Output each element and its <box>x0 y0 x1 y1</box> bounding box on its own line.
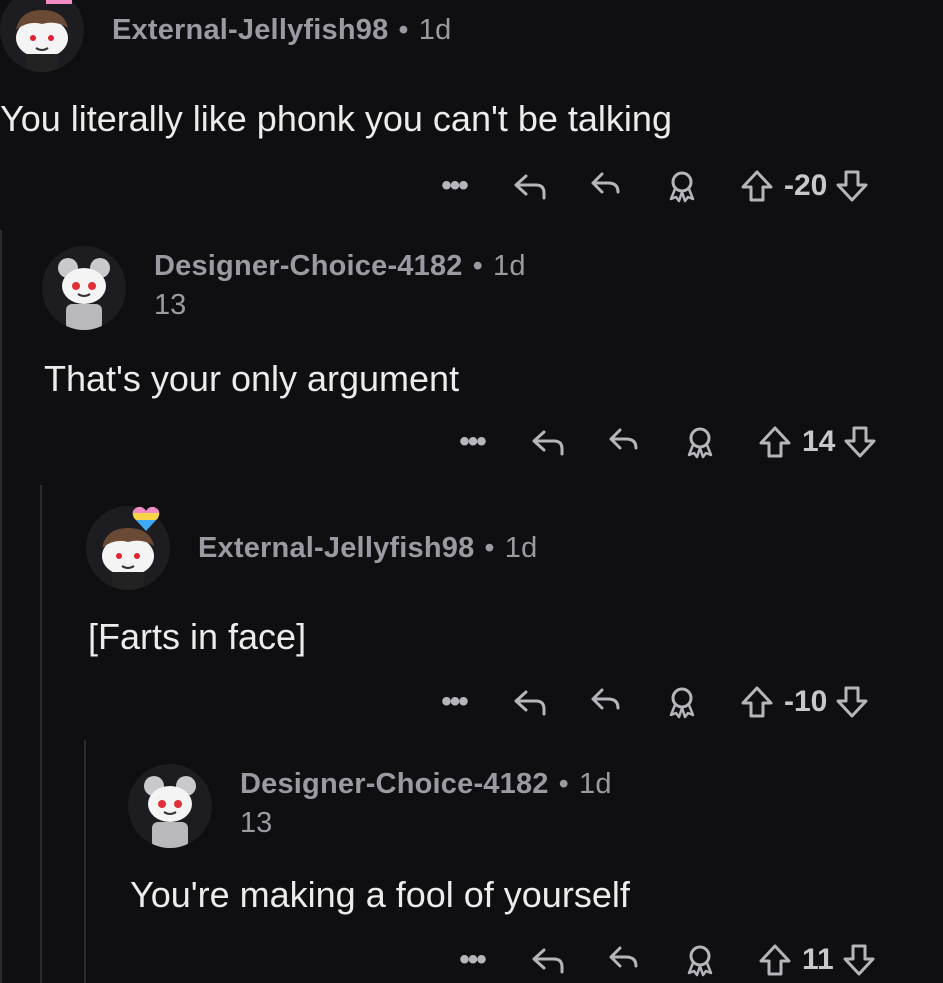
comment-age: 1d <box>578 768 612 800</box>
share-button[interactable] <box>606 424 642 460</box>
award-button[interactable] <box>682 942 718 978</box>
snoo-avatar-icon <box>144 776 196 848</box>
user-avatar[interactable] <box>128 764 212 848</box>
comment-body: You're making a fool of yourself <box>130 874 630 915</box>
more-options-button[interactable]: ••• <box>452 427 492 457</box>
award-icon <box>669 687 695 719</box>
comment-thread: External-Jellyfish98 • 1d You literally li… <box>0 0 943 983</box>
vote-score: 14 <box>802 425 836 458</box>
more-options-button[interactable]: ••• <box>452 945 492 975</box>
comment-meta: External-Jellyfish98 • 1d <box>112 14 451 47</box>
snoo-avatar-icon <box>58 258 110 330</box>
award-icon <box>687 427 713 459</box>
comment-body: That's your only argument <box>44 358 460 399</box>
more-options-button[interactable]: ••• <box>434 687 474 717</box>
comment-age: 1d <box>492 250 526 282</box>
upvote-button[interactable] <box>758 424 792 460</box>
separator-dot: • <box>558 768 569 800</box>
pride-heart-icon <box>46 0 72 11</box>
more-options-button[interactable]: ••• <box>434 171 474 201</box>
downvote-arrow-icon <box>843 944 875 976</box>
award-icon <box>687 945 713 977</box>
share-icon <box>591 172 620 194</box>
reply-button[interactable] <box>512 168 548 204</box>
username-link[interactable]: External-Jellyfish98 <box>112 14 388 46</box>
separator-dot: • <box>472 250 483 282</box>
pride-heart-icon <box>132 506 160 537</box>
reply-button[interactable] <box>530 942 566 978</box>
thread-line[interactable] <box>0 230 2 983</box>
award-button[interactable] <box>664 684 700 720</box>
share-button[interactable] <box>588 168 624 204</box>
upvote-arrow-icon <box>759 426 791 458</box>
reply-icon <box>532 430 564 456</box>
reply-icon <box>514 174 546 200</box>
downvote-arrow-icon <box>836 686 868 718</box>
share-icon <box>609 946 638 968</box>
comment-age: 1d <box>504 532 538 564</box>
upvote-button[interactable] <box>740 168 774 204</box>
username-link[interactable]: Designer-Choice-4182 <box>240 768 549 800</box>
share-icon <box>609 428 638 450</box>
downvote-arrow-icon <box>836 170 868 202</box>
separator-dot: • <box>484 532 495 564</box>
award-button[interactable] <box>682 424 718 460</box>
comment-meta: Designer-Choice-4182 • 1d <box>240 768 612 801</box>
user-avatar[interactable] <box>42 246 126 330</box>
share-icon <box>591 688 620 710</box>
upvote-arrow-icon <box>741 686 773 718</box>
reply-icon <box>532 948 564 974</box>
downvote-button[interactable] <box>843 424 877 460</box>
separator-dot: • <box>398 14 409 46</box>
reply-icon <box>514 690 546 716</box>
upvote-button[interactable] <box>740 684 774 720</box>
share-button[interactable] <box>606 942 642 978</box>
upvote-arrow-icon <box>741 170 773 202</box>
username-link[interactable]: External-Jellyfish98 <box>198 532 474 564</box>
reply-button[interactable] <box>530 424 566 460</box>
comment-actions: ••• -20 <box>434 164 869 208</box>
share-button[interactable] <box>588 684 624 720</box>
comment-body: You literally like phonk you can't be ta… <box>0 98 672 139</box>
downvote-button[interactable] <box>835 684 869 720</box>
comment-meta: External-Jellyfish98 • 1d <box>198 532 537 565</box>
comment-actions: ••• -10 <box>434 680 869 724</box>
username-link[interactable]: Designer-Choice-4182 <box>154 250 463 282</box>
vote-score: -10 <box>784 685 828 718</box>
reply-button[interactable] <box>512 684 548 720</box>
vote-score: -20 <box>784 169 828 202</box>
comment-actions: ••• 11 <box>452 938 876 982</box>
downvote-button[interactable] <box>842 942 876 978</box>
downvote-button[interactable] <box>835 168 869 204</box>
user-flair: 13 <box>240 807 273 839</box>
user-flair: 13 <box>154 289 187 321</box>
thread-line[interactable] <box>40 485 42 983</box>
award-icon <box>669 171 695 203</box>
comment-age: 1d <box>418 14 452 46</box>
thread-line[interactable] <box>84 740 86 983</box>
award-button[interactable] <box>664 168 700 204</box>
upvote-arrow-icon <box>759 944 791 976</box>
comment-actions: ••• 14 <box>452 420 877 464</box>
comment-meta: Designer-Choice-4182 • 1d <box>154 250 526 283</box>
vote-score: 11 <box>802 943 834 976</box>
comment-body: [Farts in face] <box>88 616 307 657</box>
downvote-arrow-icon <box>844 426 876 458</box>
upvote-button[interactable] <box>758 942 792 978</box>
